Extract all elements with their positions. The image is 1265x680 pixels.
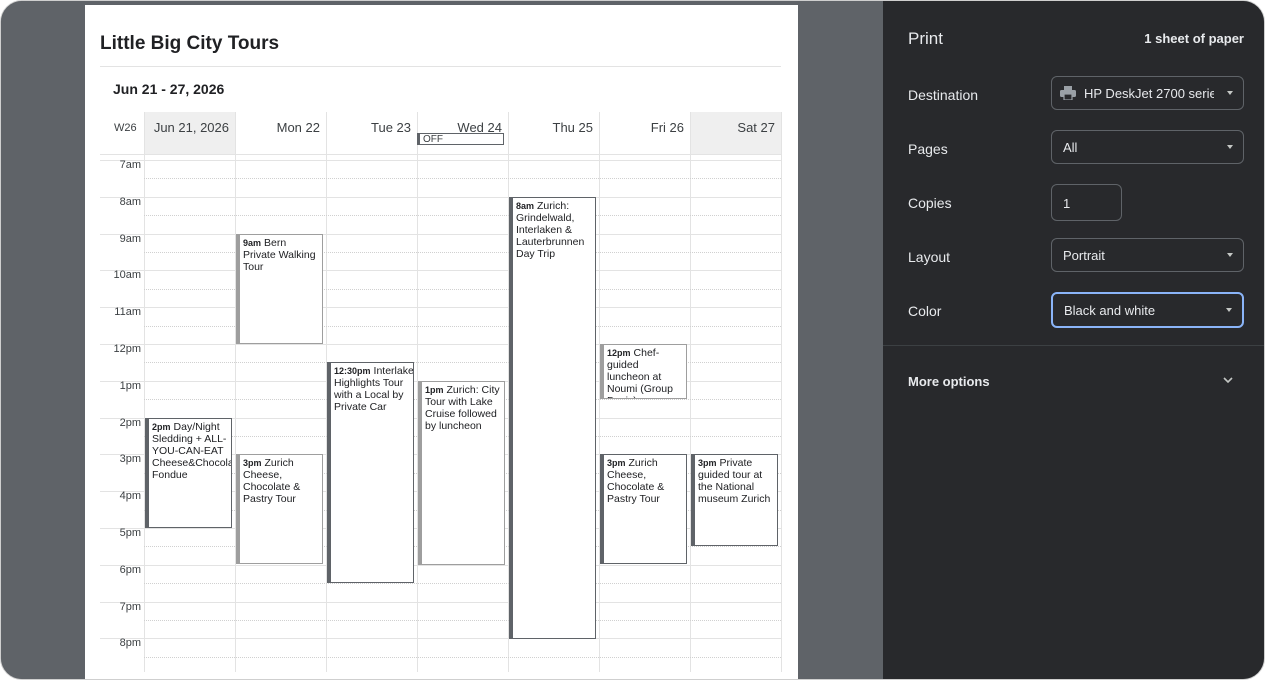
half-hour-line: [144, 178, 781, 179]
document-title: Little Big City Tours: [100, 33, 280, 54]
hour-line: [100, 270, 781, 271]
more-options-toggle[interactable]: More options: [908, 374, 990, 389]
hour-line: [100, 307, 781, 308]
event-time: 12:30pm: [334, 366, 371, 376]
layout-label: Layout: [908, 249, 951, 265]
destination-select[interactable]: HP DeskJet 2700 series: [1051, 76, 1244, 110]
event-time: 9am: [243, 238, 262, 248]
time-label: 5pm: [119, 527, 141, 539]
hour-line: [100, 565, 781, 566]
time-label: 3pm: [119, 453, 141, 465]
day-header-label: Thu 25: [552, 120, 593, 135]
copies-label: Copies: [908, 195, 952, 211]
copies-value: 1: [1063, 196, 1071, 211]
destination-value: HP DeskJet 2700 series: [1084, 86, 1214, 101]
layout-select[interactable]: Portrait: [1051, 238, 1244, 272]
hour-line: [100, 234, 781, 235]
event-time: 8am: [516, 201, 535, 211]
calendar-event[interactable]: 3pm Private guided tour at the National m…: [691, 454, 778, 546]
day-column-divider: [235, 112, 236, 672]
time-label: 8pm: [119, 637, 141, 649]
time-label: 1pm: [119, 380, 141, 392]
calendar-event[interactable]: 3pm Zurich Cheese, Chocolate & Pastry Tou…: [236, 454, 323, 564]
time-label: 8am: [119, 196, 141, 208]
chevron-down-icon: [1227, 145, 1233, 149]
hour-line: [100, 197, 781, 198]
preview-page: Little Big City Tours Jun 21 - 27, 2026 …: [85, 5, 798, 679]
calendar-event[interactable]: 2pm Day/Night Sledding + ALL-YOU-CAN-EAT …: [145, 418, 232, 528]
time-label: 2pm: [119, 417, 141, 429]
event-time: 3pm: [243, 458, 262, 468]
week-calendar: W26 Jun 21, 2026 Mon 22 Tue 23 Wed 24 Thu 25…: [100, 112, 782, 672]
time-label: 11am: [114, 306, 141, 318]
day-column-divider: [781, 112, 782, 672]
week-number: W26: [114, 122, 137, 134]
time-label: 7am: [119, 159, 141, 171]
hour-line: [100, 638, 781, 639]
day-header-label: Jun 21, 2026: [153, 120, 229, 135]
chevron-down-icon: [1226, 308, 1232, 312]
day-header: Thu 25: [508, 112, 599, 154]
calendar-event[interactable]: 1pm Zurich: City Tour with Lake Cruise fo…: [418, 381, 505, 565]
day-header-label: Tue 23: [371, 120, 411, 135]
calendar-event[interactable]: 8am Zurich: Grindelwald, Interlaken & Lau…: [509, 197, 596, 639]
color-select[interactable]: Black and white: [1051, 292, 1244, 328]
time-label: 4pm: [119, 490, 141, 502]
event-time: 12pm: [607, 348, 631, 358]
day-column-divider: [144, 112, 145, 672]
time-label: 10am: [113, 269, 141, 281]
destination-label: Destination: [908, 87, 979, 103]
event-time: 2pm: [152, 422, 171, 432]
chevron-down-icon: [1227, 91, 1233, 95]
day-header: Sat 27: [690, 112, 781, 154]
calendar-event[interactable]: 3pm Zurich Cheese, Chocolate & Pastry Tou…: [600, 454, 687, 564]
pages-select[interactable]: All: [1051, 130, 1244, 164]
print-title: Print: [908, 29, 943, 48]
pages-label: Pages: [908, 141, 948, 157]
date-range: Jun 21 - 27, 2026: [113, 81, 225, 97]
calendar-event[interactable]: 12:30pmInterlaken: Highlights Tour with …: [327, 362, 414, 583]
sheet-count: 1 sheet of paper: [1144, 31, 1244, 46]
day-header: Jun 21, 2026: [144, 112, 235, 154]
print-settings-panel: Print 1 sheet of paper Destination HP De…: [883, 1, 1264, 679]
color-value: Black and white: [1064, 303, 1156, 318]
copies-input[interactable]: 1: [1051, 184, 1122, 221]
hour-line: [100, 602, 781, 603]
calendar-event[interactable]: 12pm Chef-guided luncheon at Noumi (Group…: [600, 344, 687, 399]
layout-value: Portrait: [1063, 248, 1105, 263]
event-time: 1pm: [425, 385, 444, 395]
day-header: Mon 22: [235, 112, 326, 154]
time-label: 9am: [119, 233, 141, 245]
time-label: 6pm: [119, 564, 141, 576]
hour-line: [100, 160, 781, 161]
half-hour-line: [144, 657, 781, 658]
day-header: Tue 23: [326, 112, 417, 154]
half-hour-line: [144, 583, 781, 584]
day-header: Fri 26: [599, 112, 690, 154]
day-header-label: Mon 22: [276, 120, 320, 135]
all-day-off-badge[interactable]: OFF: [417, 133, 504, 145]
day-header-label: Fri 26: [650, 120, 684, 135]
printer-icon: [1060, 86, 1076, 100]
chevron-down-icon[interactable]: [1222, 375, 1234, 385]
settings-divider: [883, 345, 1264, 346]
time-label: 7pm: [119, 601, 141, 613]
print-preview-area[interactable]: Little Big City Tours Jun 21 - 27, 2026 …: [1, 1, 883, 679]
header-divider: [100, 154, 781, 155]
day-column-divider: [690, 112, 691, 672]
color-label: Color: [908, 303, 942, 319]
pages-value: All: [1063, 140, 1078, 155]
event-time: 3pm: [607, 458, 626, 468]
calendar-event[interactable]: 9am Bern Private Walking Tour: [236, 234, 323, 344]
title-divider: [100, 66, 781, 67]
day-header-label: Sat 27: [737, 120, 775, 135]
time-label: 12pm: [113, 343, 141, 355]
half-hour-line: [144, 215, 781, 216]
print-dialog-window: Little Big City Tours Jun 21 - 27, 2026 …: [0, 0, 1265, 680]
event-time: 3pm: [698, 458, 717, 468]
chevron-down-icon: [1227, 253, 1233, 257]
half-hour-line: [144, 620, 781, 621]
